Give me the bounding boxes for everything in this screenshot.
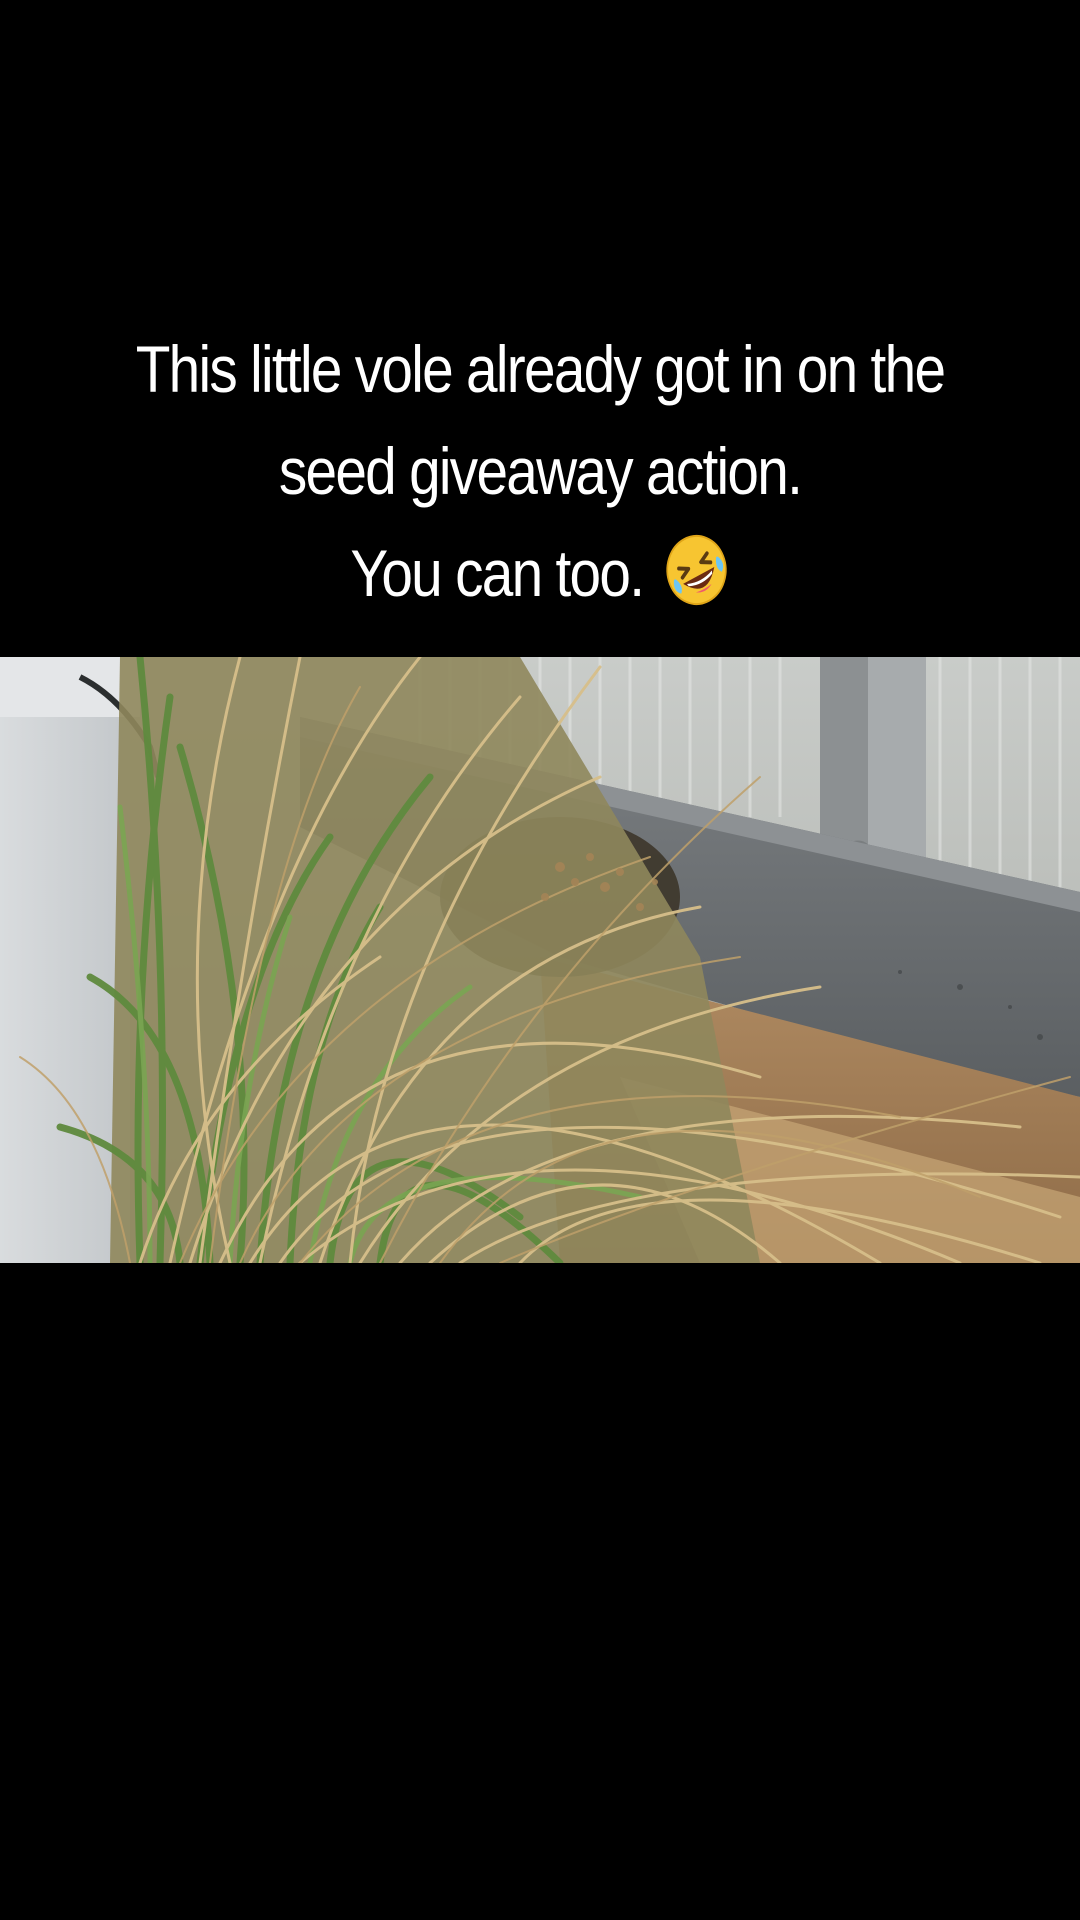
caption-line-3: You can too.: [110, 522, 970, 636]
caption-line-1: This little vole already got in on the: [135, 332, 946, 406]
rolling-laughing-emoji-icon: [664, 532, 729, 636]
caption-line-3-text: You can too.: [350, 536, 645, 610]
caption-line-2: seed giveaway action.: [278, 434, 803, 508]
story-caption: This little vole already got in on the s…: [110, 318, 970, 636]
vole-grass-photo: [0, 657, 1080, 1263]
